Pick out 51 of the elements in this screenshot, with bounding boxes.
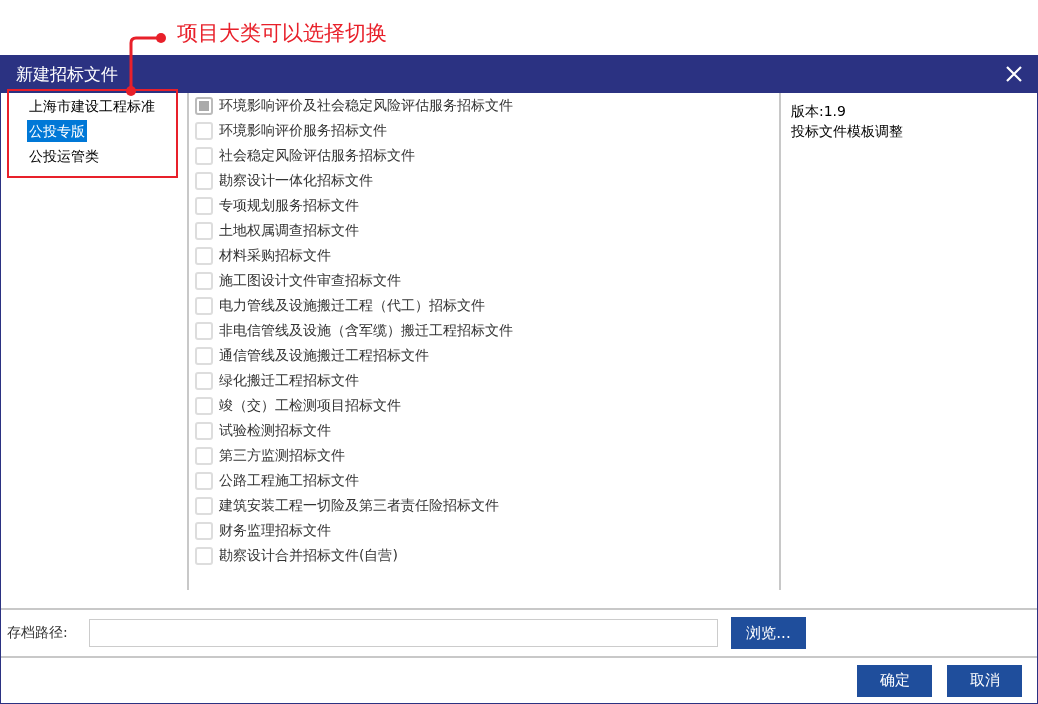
checkbox[interactable] bbox=[195, 321, 213, 340]
path-label: 存档路径: bbox=[7, 624, 69, 642]
info-text: 版本:1.9 bbox=[791, 102, 846, 121]
checkbox[interactable] bbox=[195, 546, 213, 565]
template-label: 竣（交）工检测项目招标文件 bbox=[219, 396, 401, 415]
close-icon[interactable] bbox=[1005, 65, 1023, 83]
template-label: 第三方监测招标文件 bbox=[219, 446, 345, 465]
template-label: 材料采购招标文件 bbox=[219, 246, 331, 265]
template-label: 勘察设计一体化招标文件 bbox=[219, 171, 373, 190]
checkbox[interactable] bbox=[195, 396, 213, 415]
checkbox[interactable] bbox=[195, 146, 213, 165]
template-label: 施工图设计文件审查招标文件 bbox=[219, 271, 401, 290]
checkbox[interactable] bbox=[195, 471, 213, 490]
annotation-text: 项目大类可以选择切换 bbox=[177, 20, 387, 47]
checkbox[interactable] bbox=[195, 521, 213, 540]
template-label: 试验检测招标文件 bbox=[219, 421, 331, 440]
checkbox[interactable] bbox=[195, 246, 213, 265]
checkbox[interactable] bbox=[195, 371, 213, 390]
template-label: 专项规划服务招标文件 bbox=[219, 196, 359, 215]
path-field[interactable] bbox=[89, 619, 718, 647]
info-text: 投标文件模板调整 bbox=[791, 122, 903, 141]
checkbox[interactable] bbox=[195, 121, 213, 140]
checkbox[interactable] bbox=[195, 346, 213, 365]
category-item[interactable]: 公投运管类 bbox=[27, 145, 101, 167]
template-label: 土地权属调查招标文件 bbox=[219, 221, 359, 240]
checkbox[interactable] bbox=[195, 296, 213, 315]
checkbox[interactable] bbox=[195, 171, 213, 190]
checkbox[interactable] bbox=[195, 446, 213, 465]
category-item[interactable]: 上海市建设工程标准 bbox=[27, 95, 157, 117]
window-title: 新建招标文件 bbox=[16, 62, 118, 86]
checkbox[interactable] bbox=[195, 221, 213, 240]
template-label: 社会稳定风险评估服务招标文件 bbox=[219, 146, 415, 165]
dialog-button[interactable]: 取消 bbox=[947, 664, 1022, 697]
template-label: 绿化搬迁工程招标文件 bbox=[219, 371, 359, 390]
template-label: 公路工程施工招标文件 bbox=[219, 471, 359, 490]
category-item[interactable]: 公投专版 bbox=[27, 120, 87, 142]
checkbox[interactable] bbox=[195, 421, 213, 440]
template-label: 财务监理招标文件 bbox=[219, 521, 331, 540]
checkbox[interactable] bbox=[195, 496, 213, 515]
template-label: 环境影响评价及社会稳定风险评估服务招标文件 bbox=[219, 96, 513, 115]
template-label: 勘察设计合并招标文件(自营) bbox=[219, 546, 398, 565]
template-label: 环境影响评价服务招标文件 bbox=[219, 121, 387, 140]
browse-button[interactable]: 浏览... bbox=[731, 617, 806, 649]
checkbox[interactable] bbox=[195, 271, 213, 290]
template-label: 电力管线及设施搬迁工程（代工）招标文件 bbox=[219, 296, 485, 315]
template-label: 通信管线及设施搬迁工程招标文件 bbox=[219, 346, 429, 365]
checkbox[interactable] bbox=[195, 96, 213, 115]
checkbox[interactable] bbox=[195, 196, 213, 215]
template-label: 建筑安装工程一切险及第三者责任险招标文件 bbox=[219, 496, 499, 515]
template-label: 非电信管线及设施（含军缆）搬迁工程招标文件 bbox=[219, 321, 513, 340]
dialog-button[interactable]: 确定 bbox=[857, 664, 932, 697]
